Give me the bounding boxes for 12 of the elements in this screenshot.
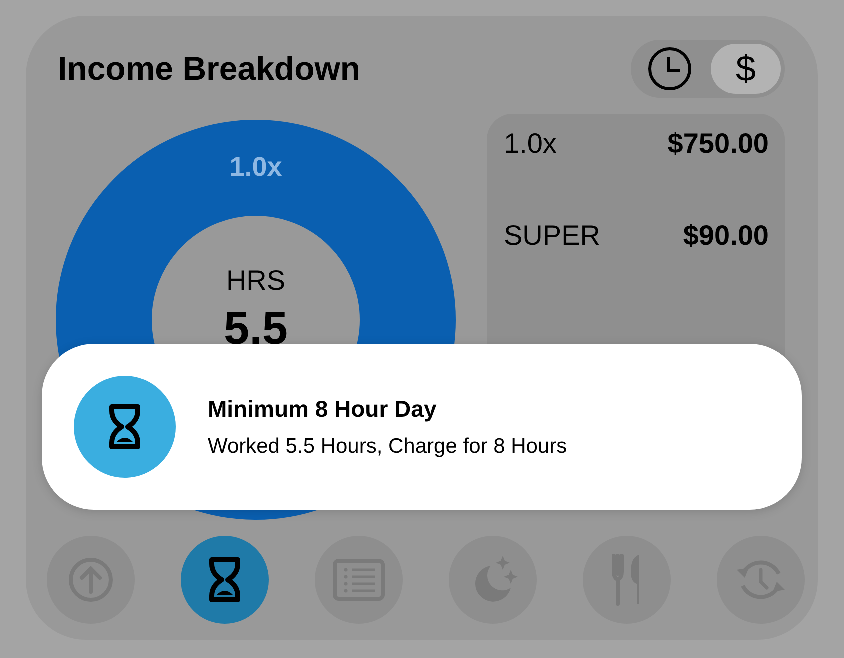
card-title: Income Breakdown — [58, 50, 361, 88]
clock-icon — [647, 46, 693, 92]
center-value: 5.5 — [224, 301, 288, 355]
ring-label: 1.0x — [230, 152, 282, 183]
center-label: HRS — [226, 265, 286, 297]
rate-label: 1.0x — [504, 128, 557, 160]
rate-label: SUPER — [504, 220, 600, 252]
toast-message: Worked 5.5 Hours, Charge for 8 Hours — [208, 434, 568, 458]
dollar-toggle[interactable]: $ — [711, 44, 781, 94]
amount: $750.00 — [668, 128, 769, 160]
toast-title: Minimum 8 Hour Day — [208, 396, 438, 422]
amount: $90.00 — [683, 220, 769, 252]
